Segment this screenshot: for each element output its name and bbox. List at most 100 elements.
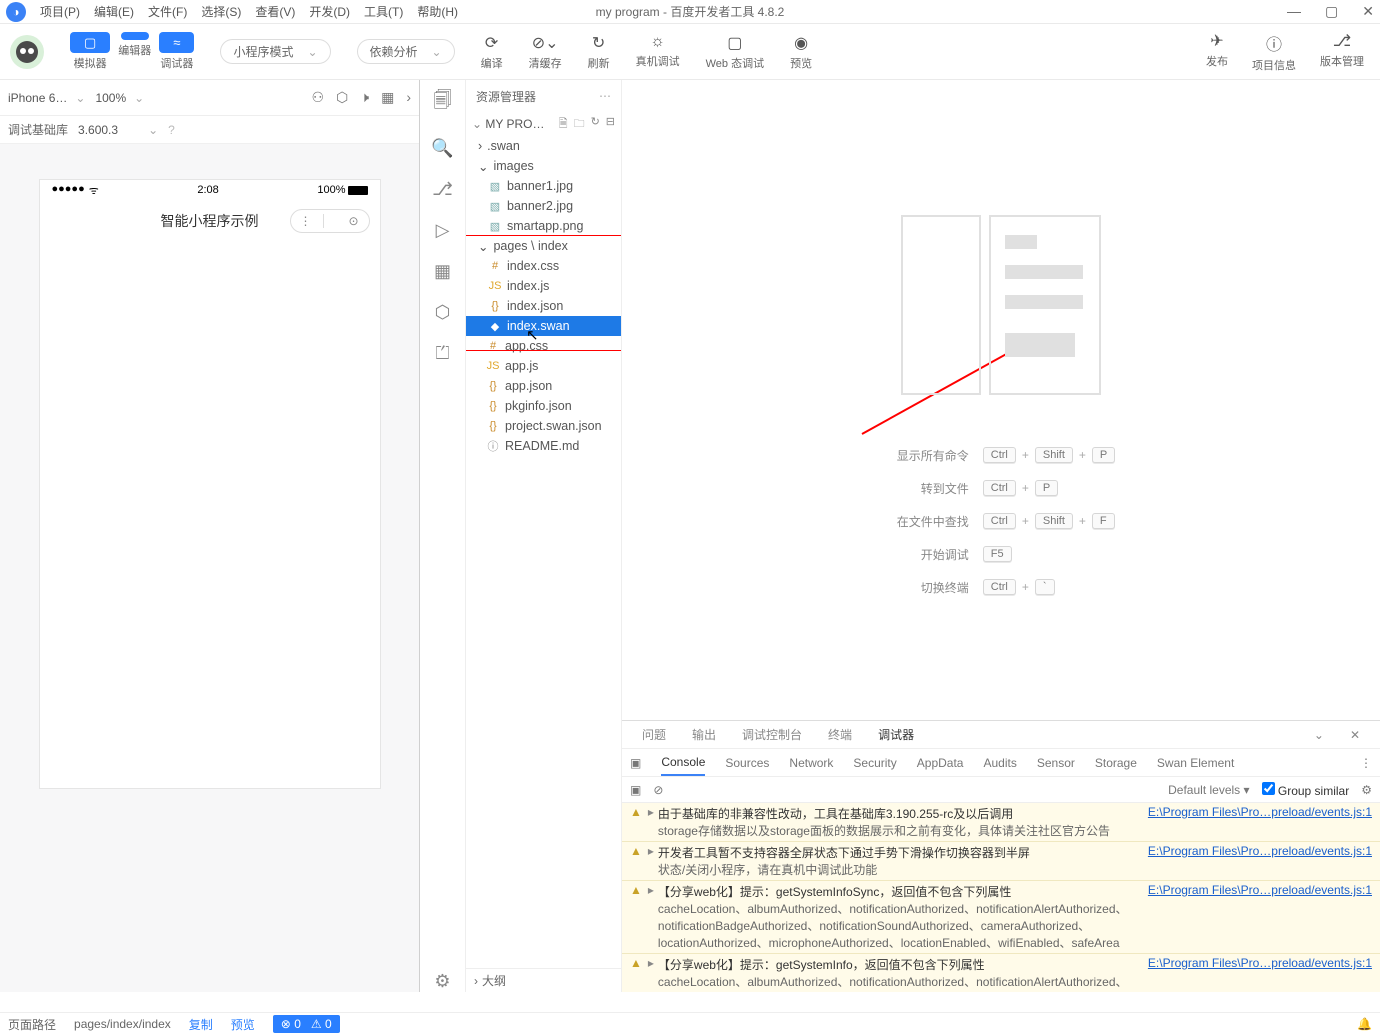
device-dropdown[interactable]: iPhone 6…⌄ [8, 91, 85, 105]
panel-tab[interactable]: 调试器 [878, 726, 914, 743]
toolbar-button[interactable]: ⟳编译 [481, 33, 503, 71]
minimize-button[interactable]: — [1287, 3, 1301, 20]
play-icon[interactable]: ▣ [630, 783, 641, 797]
tree-file[interactable]: {}pkginfo.json [466, 396, 621, 416]
console-source-link[interactable]: E:\Program Files\Pro…preload/events.js:1 [1148, 883, 1372, 951]
more-icon[interactable]: ⋯ [599, 89, 611, 103]
devtools-tab[interactable]: Sensor [1037, 756, 1075, 770]
new-folder-icon[interactable]: 🗀 [574, 115, 585, 134]
tree-file[interactable]: {}project.swan.json [466, 416, 621, 436]
console-source-link[interactable]: E:\Program Files\Pro…preload/events.js:1 [1148, 805, 1372, 839]
panel-control[interactable]: ✕ [1350, 728, 1360, 742]
panel-control[interactable]: ⌄ [1314, 728, 1324, 742]
refresh-icon[interactable]: ↻ [591, 115, 600, 134]
panel-tab[interactable]: 终端 [828, 726, 852, 743]
inspect-icon[interactable]: ▣ [630, 756, 641, 770]
menu-item[interactable]: 文件(F) [148, 3, 187, 20]
toolbar-button[interactable]: ⊘⌄清缓存 [529, 33, 562, 71]
devtools-tab[interactable]: Swan Element [1157, 756, 1234, 770]
menu-item[interactable]: 查看(V) [255, 3, 295, 20]
analysis-dropdown[interactable]: 依赖分析⌄ [357, 39, 455, 64]
tree-file[interactable]: JSapp.js [466, 356, 621, 376]
group-similar-checkbox[interactable]: Group similar [1262, 782, 1350, 798]
toolbar-pill[interactable]: ≈ [159, 32, 194, 53]
layout-icon[interactable]: ▦ [381, 89, 394, 106]
activity-item[interactable]: 🗐 [434, 88, 452, 118]
close-button[interactable]: ✕ [1362, 3, 1374, 20]
close-icon[interactable]: ⊙ [347, 214, 361, 228]
wifi-icon: ᯤ [89, 183, 99, 198]
devtools-tab[interactable]: Storage [1095, 756, 1137, 770]
bell-icon[interactable]: 🔔 [1357, 1017, 1372, 1031]
menu-item[interactable]: 项目(P) [40, 3, 80, 20]
panel-tab[interactable]: 问题 [642, 726, 666, 743]
clear-console-icon[interactable]: ⊘ [653, 783, 663, 797]
menu-item[interactable]: 开发(D) [309, 3, 350, 20]
devtools-tab[interactable]: Network [789, 756, 833, 770]
outline-section[interactable]: ›大纲 [466, 968, 621, 992]
tree-file[interactable]: ▧banner2.jpg [466, 196, 621, 216]
tree-folder[interactable]: ›.swan [466, 136, 621, 156]
tree-file[interactable]: #index.css [466, 256, 621, 276]
problems-badge[interactable]: ⊗ 0 ⚠ 0 [273, 1015, 340, 1033]
root-folder[interactable]: ⌄ MY PRO… [472, 117, 545, 131]
console-source-link[interactable]: E:\Program Files\Pro…preload/events.js:1 [1148, 956, 1372, 992]
mode-dropdown[interactable]: 小程序模式⌄ [220, 39, 330, 64]
toolbar-pill[interactable]: ▢ [70, 32, 110, 53]
tree-file[interactable]: ▧smartapp.png [466, 216, 621, 236]
devtools-tab[interactable]: AppData [917, 756, 964, 770]
activity-item[interactable]: ⚙ [434, 971, 450, 992]
mute-icon[interactable]: 🕨 [360, 89, 369, 106]
tree-file[interactable]: ◆index.swan [466, 316, 621, 336]
tree-file[interactable]: ⓘREADME.md [466, 436, 621, 456]
cube-icon[interactable]: ⬡ [336, 89, 348, 106]
menu-item[interactable]: 选择(S) [201, 3, 241, 20]
maximize-button[interactable]: ▢ [1325, 3, 1338, 20]
toolbar-button[interactable]: ⎇版本管理 [1320, 31, 1364, 73]
toolbar-button[interactable]: ⓘ项目信息 [1252, 31, 1296, 73]
copy-link[interactable]: 复制 [189, 1016, 213, 1033]
toolbar-pill[interactable] [121, 32, 149, 40]
console-source-link[interactable]: E:\Program Files\Pro…preload/events.js:1 [1148, 844, 1372, 878]
tree-file[interactable]: JSindex.js [466, 276, 621, 296]
activity-item[interactable]: ▦ [434, 261, 451, 282]
devtools-tab[interactable]: Audits [983, 756, 1016, 770]
activity-item[interactable]: ▷ [436, 220, 450, 241]
tree-file[interactable]: #app.css [466, 336, 621, 356]
tree-folder[interactable]: ⌄pages \ index [466, 236, 621, 256]
toolbar-button[interactable]: ✈发布 [1206, 31, 1228, 73]
chevron-right-icon[interactable]: › [406, 89, 411, 106]
devtools-tab[interactable]: Sources [725, 756, 769, 770]
panel-tab[interactable]: 输出 [692, 726, 716, 743]
zoom-dropdown[interactable]: 100%⌄ [95, 91, 144, 105]
activity-item[interactable]: 🔍 [431, 138, 453, 159]
toolbar-button[interactable]: ▢Web 态调试 [706, 33, 764, 71]
person-icon[interactable]: ⚇ [311, 89, 324, 106]
filter-levels[interactable]: Default levels ▾ [1168, 783, 1249, 797]
capsule[interactable]: ⋮ ⊙ [290, 209, 370, 233]
help-icon[interactable]: ? [168, 123, 175, 137]
tree-file[interactable]: {}app.json [466, 376, 621, 396]
panel-tab[interactable]: 调试控制台 [742, 726, 802, 743]
activity-item[interactable]: ⏍ [436, 343, 450, 364]
new-file-icon[interactable]: 🗎 [559, 115, 568, 134]
more-icon[interactable]: ⋮ [299, 214, 313, 228]
menu-item[interactable]: 编辑(E) [94, 3, 134, 20]
settings-icon[interactable]: ⚙ [1361, 783, 1372, 797]
toolbar-button[interactable]: ↻刷新 [588, 33, 610, 71]
tree-folder[interactable]: ⌄images [466, 156, 621, 176]
preview-link[interactable]: 预览 [231, 1016, 255, 1033]
tree-file[interactable]: ▧banner1.jpg [466, 176, 621, 196]
toolbar-button[interactable]: ◉预览 [790, 33, 812, 71]
devtools-tab[interactable]: Console [661, 755, 705, 776]
tree-file[interactable]: {}index.json [466, 296, 621, 316]
collapse-icon[interactable]: ⊟ [606, 115, 615, 134]
activity-item[interactable]: ⎇ [432, 179, 453, 200]
toolbar-button[interactable]: ☼真机调试 [636, 33, 680, 71]
lib-version-dropdown[interactable]: 3.600.3⌄ [78, 123, 158, 137]
devtools-tab[interactable]: Security [853, 756, 896, 770]
more-icon[interactable]: ⋮ [1360, 756, 1372, 770]
activity-item[interactable]: ⬡ [435, 302, 451, 323]
menu-item[interactable]: 帮助(H) [417, 3, 458, 20]
menu-item[interactable]: 工具(T) [364, 3, 403, 20]
